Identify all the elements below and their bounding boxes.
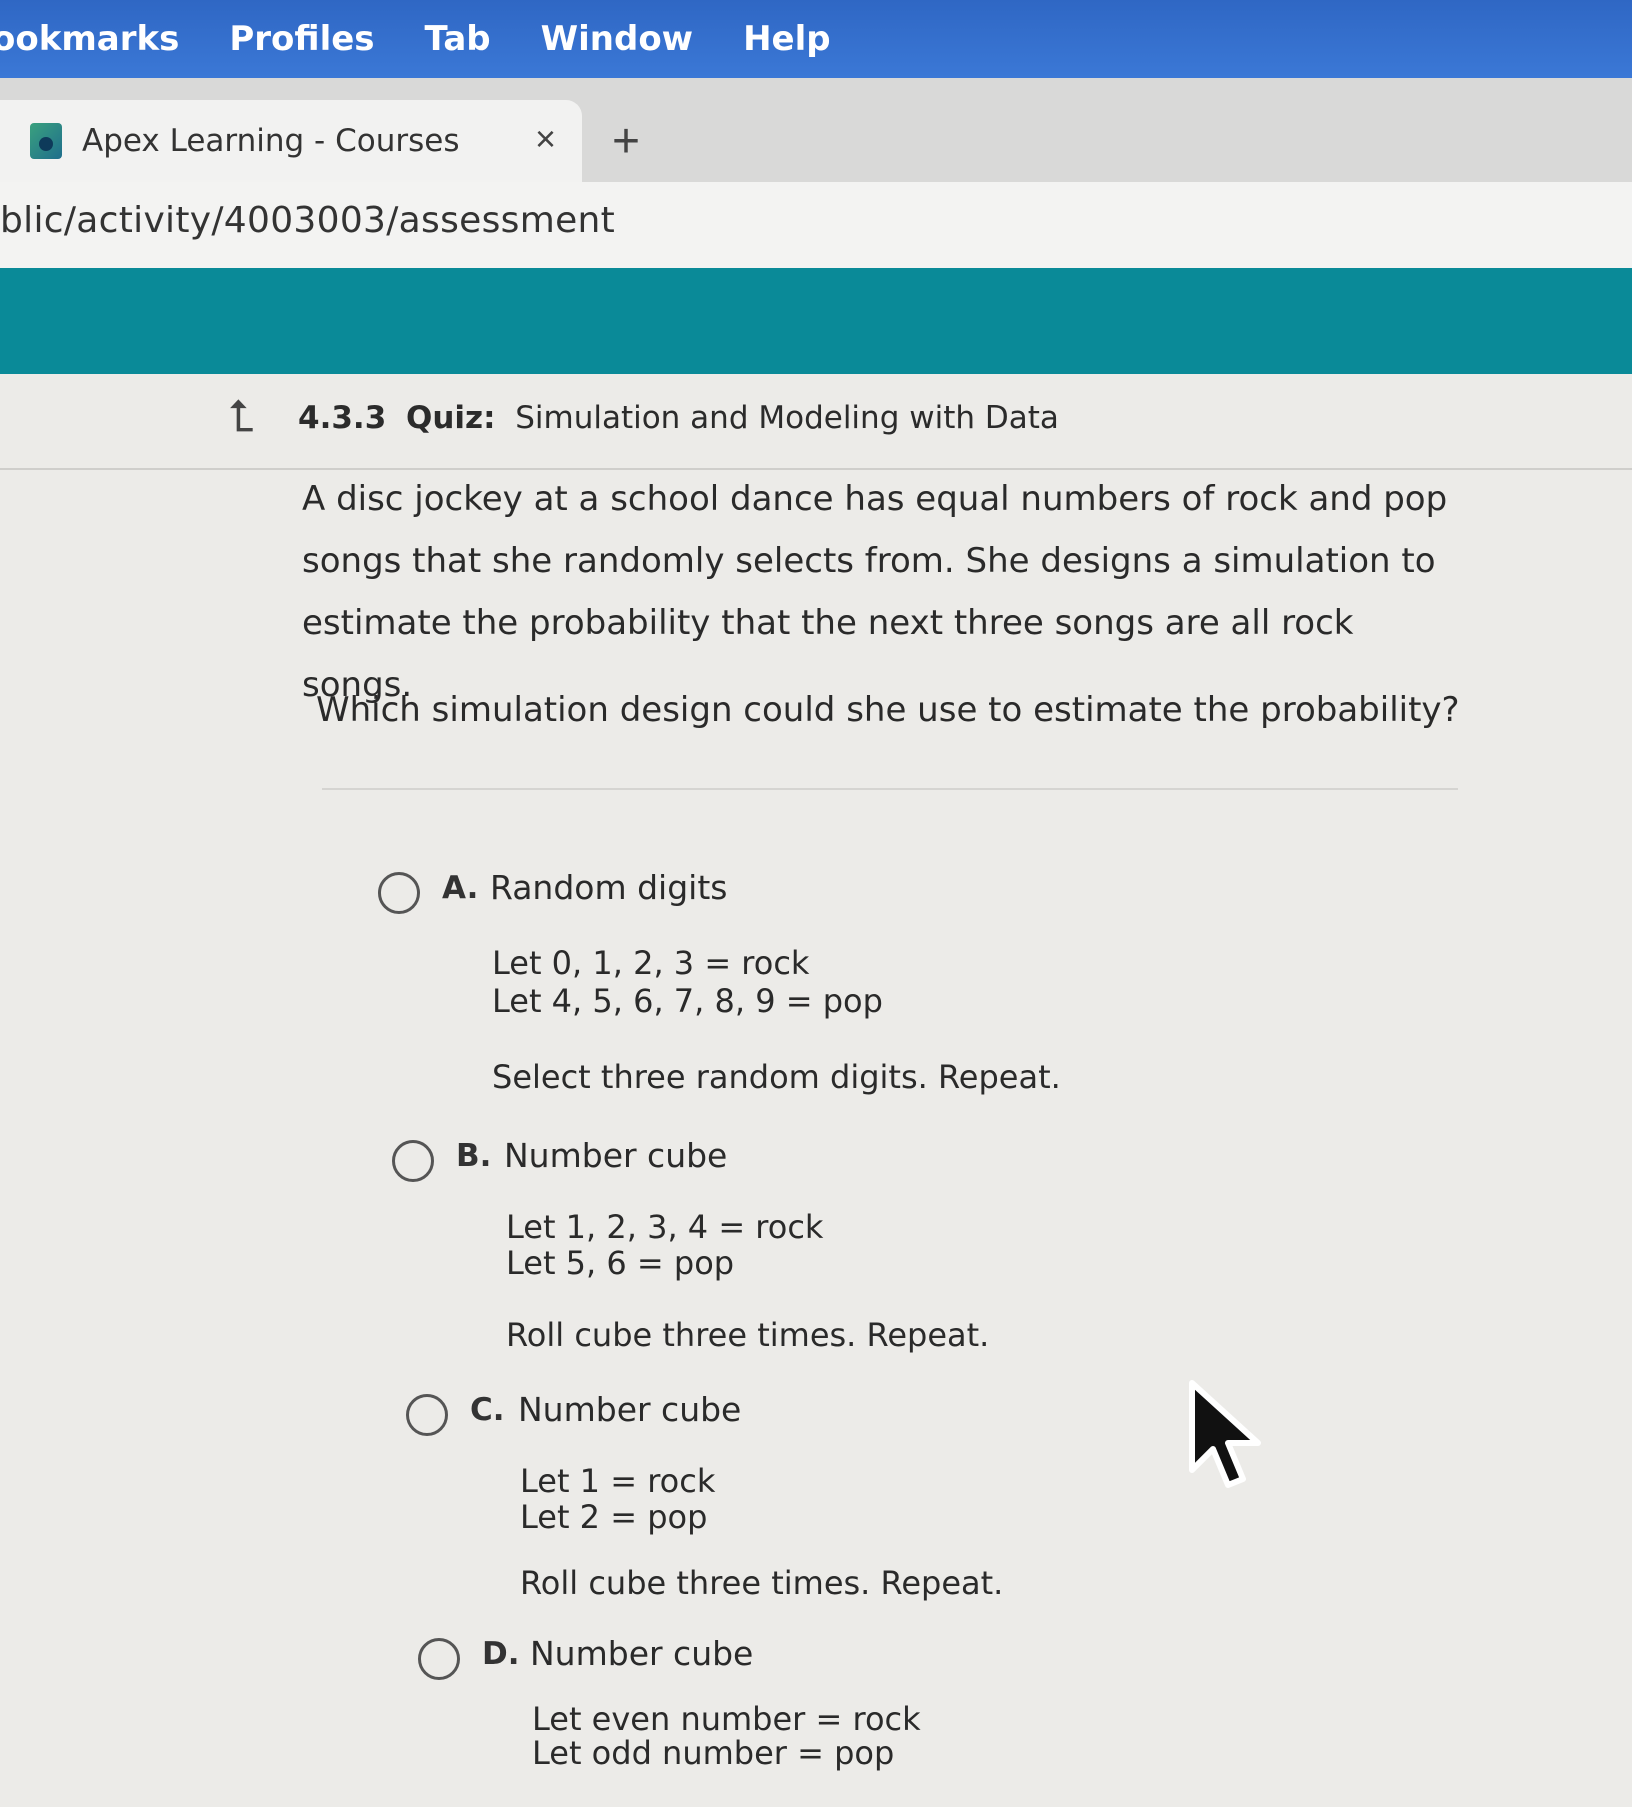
radio-d[interactable] [418,1638,460,1680]
menu-help[interactable]: Help [743,19,831,59]
choice-line: Let 4, 5, 6, 7, 8, 9 = pop [492,982,883,1020]
choice-heading: Number cube [530,1634,754,1673]
choice-line: Let 0, 1, 2, 3 = rock [492,944,810,982]
choice-instruction: Roll cube three times. Repeat. [520,1564,1004,1602]
choice-line: Let 2 = pop [520,1498,708,1536]
browser-tab[interactable]: Apex Learning - Courses × [0,100,582,182]
radio-c[interactable] [406,1394,448,1436]
menu-bar: ookmarks Profiles Tab Window Help [0,0,1632,78]
quiz-type: Quiz: [405,400,496,436]
choice-letter: A. [442,870,479,906]
menu-tab[interactable]: Tab [425,19,491,59]
choice-line: Let 5, 6 = pop [506,1244,735,1282]
url-text[interactable]: blic/activity/4003003/assessment [0,200,615,241]
quiz-number: 4.3.3 [298,400,387,436]
choice-line: Let 1 = rock [520,1462,716,1500]
choice-instruction: Select three random digits. Repeat. [492,1058,1061,1096]
new-tab-button[interactable]: + [612,114,640,169]
site-header [0,268,1632,374]
choice-instruction: Roll cube three times. Repeat. [506,1316,990,1354]
menu-bookmarks[interactable]: ookmarks [0,19,179,59]
choice-heading: Number cube [518,1390,742,1429]
menu-profiles[interactable]: Profiles [229,19,374,59]
divider [322,788,1458,790]
question-prompt: Which simulation design could she use to… [316,690,1460,730]
choice-line: Let odd number = pop [532,1734,895,1772]
choice-heading: Random digits [490,868,728,907]
choice-letter: B. [456,1138,492,1174]
mouse-cursor-icon [1189,1380,1261,1488]
choice-heading: Number cube [504,1136,728,1175]
quiz-name: Simulation and Modeling with Data [515,400,1059,436]
quiz-title-bar: ⮤ 4.3.3 Quiz: Simulation and Modeling wi… [0,374,1632,470]
menu-window[interactable]: Window [541,19,693,59]
tab-title: Apex Learning - Courses [82,123,460,159]
address-bar[interactable]: blic/activity/4003003/assessment [0,182,1632,269]
tab-strip: Apex Learning - Courses × + [0,78,1632,182]
choice-letter: D. [482,1636,520,1672]
choice-letter: C. [470,1392,505,1428]
question-text: A disc jockey at a school dance has equa… [302,479,1448,705]
radio-b[interactable] [392,1140,434,1182]
radio-a[interactable] [378,872,420,914]
close-icon[interactable]: × [535,118,556,160]
page-title: 4.3.3 Quiz: Simulation and Modeling with… [298,400,1059,436]
choice-line: Let 1, 2, 3, 4 = rock [506,1208,824,1246]
apex-favicon-icon [30,123,62,159]
back-arrow-icon[interactable]: ⮤ [228,392,254,442]
choice-line: Let even number = rock [532,1700,921,1738]
